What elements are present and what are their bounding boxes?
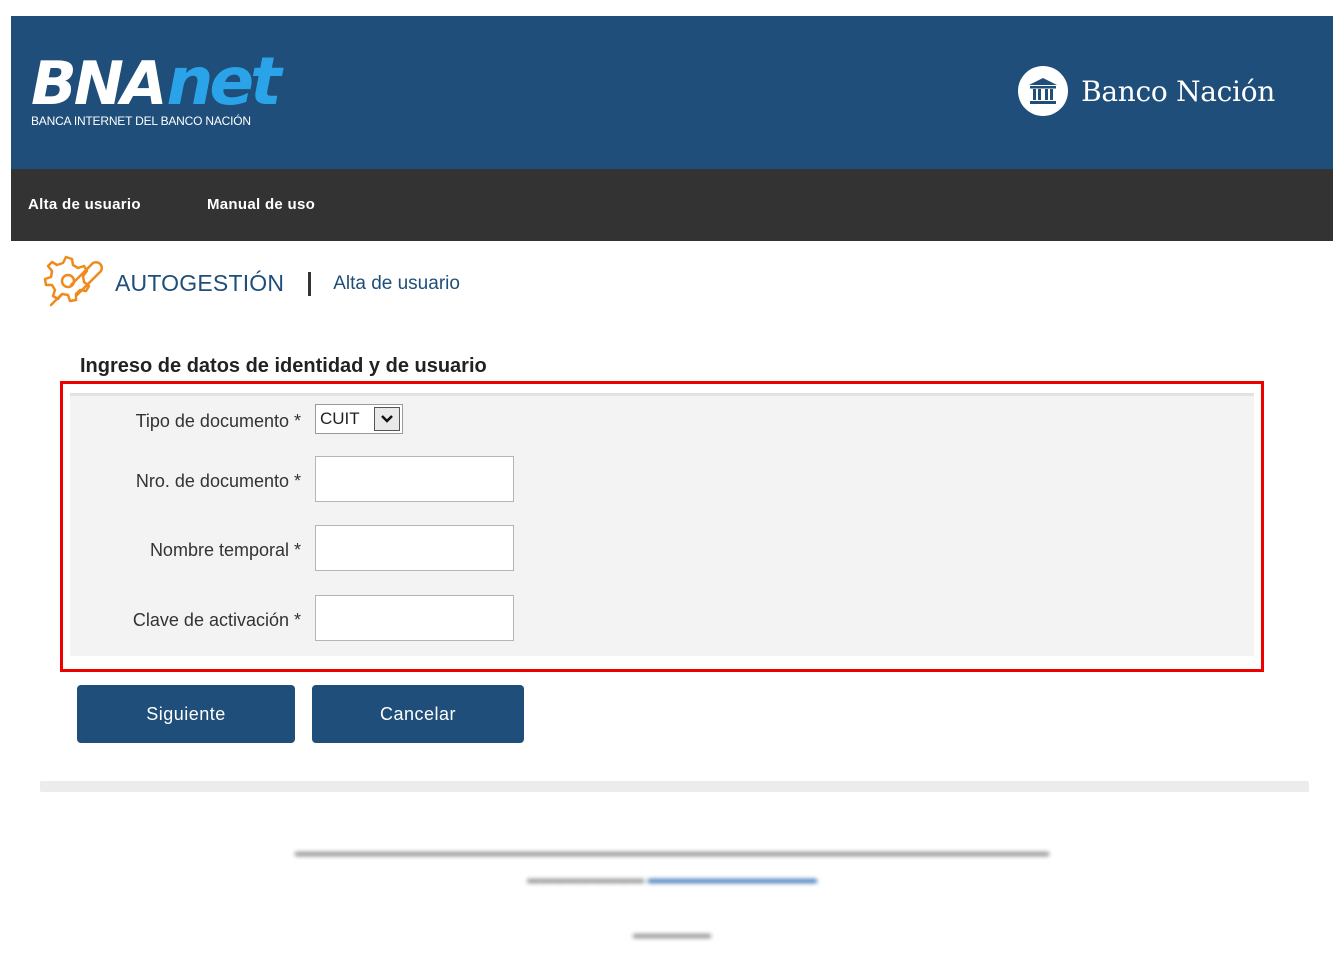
logo-wordmark: BNA net <box>31 43 282 120</box>
header: BNA net BANCA INTERNET DEL BANCO NACIÓN … <box>11 16 1333 169</box>
chevron-down-icon[interactable] <box>374 407 400 431</box>
form-title: Ingreso de datos de identidad y de usuar… <box>80 355 487 377</box>
nombre-temporal-label: Nombre temporal * <box>149 540 301 560</box>
nro-documento-label: Nro. de documento * <box>135 471 301 491</box>
page-frame: BNA net BANCA INTERNET DEL BANCO NACIÓN … <box>11 16 1333 959</box>
footer-line-2: ▬▬▬▬▬▬▬▬▬ ▬▬▬▬▬▬▬▬▬▬▬▬▬ <box>527 871 817 886</box>
highlight-box: Tipo de documento * CUIT Nro. de documen… <box>60 381 1264 672</box>
bank-building-icon <box>1018 66 1069 116</box>
section-title: AUTOGESTIÓN <box>115 270 285 296</box>
footer-line-3: ▬▬▬▬▬▬ <box>633 926 711 941</box>
cancelar-button[interactable]: Cancelar <box>312 685 524 743</box>
identity-form: Tipo de documento * CUIT Nro. de documen… <box>70 393 1254 656</box>
clave-activacion-label: Clave de activación * <box>132 610 301 630</box>
nro-documento-input[interactable] <box>315 456 514 502</box>
section-header: AUTOGESTIÓN Alta de usuario <box>41 249 460 318</box>
section-subtitle: Alta de usuario <box>333 272 460 294</box>
select-value: CUIT <box>320 409 360 428</box>
banco-nacion-logo[interactable]: Banco Nación <box>1018 66 1275 116</box>
nombre-temporal-input[interactable] <box>315 525 514 571</box>
footer-divider <box>40 781 1309 792</box>
footer-link[interactable]: ▬▬▬▬▬▬▬▬▬▬▬▬▬ <box>648 871 817 886</box>
logo-bna-text: BNA <box>31 49 167 119</box>
top-nav: Alta de usuario Manual de uso <box>11 169 1333 241</box>
nav-item-manual-de-uso[interactable]: Manual de uso <box>207 196 315 213</box>
tipo-documento-label: Tipo de documento * <box>135 411 301 431</box>
blurred-footer: ▬▬▬▬▬▬▬▬▬▬▬▬▬▬▬▬▬▬▬▬▬▬▬▬▬▬▬▬▬▬▬▬▬▬▬▬▬▬▬▬… <box>11 844 1333 941</box>
gear-wrench-icon <box>41 249 105 318</box>
clave-activacion-input[interactable] <box>315 595 514 641</box>
siguiente-button[interactable]: Siguiente <box>77 685 295 743</box>
logo-subtitle: BANCA INTERNET DEL BANCO NACIÓN <box>31 114 251 128</box>
section-divider <box>308 271 312 296</box>
bnanet-logo[interactable]: BNA net BANCA INTERNET DEL BANCO NACIÓN <box>31 43 282 129</box>
logo-net-text: net <box>166 43 281 120</box>
tipo-documento-select[interactable]: CUIT <box>315 404 403 434</box>
bank-name: Banco Nación <box>1081 74 1275 108</box>
nav-item-alta-de-usuario[interactable]: Alta de usuario <box>28 196 141 213</box>
footer-line-1: ▬▬▬▬▬▬▬▬▬▬▬▬▬▬▬▬▬▬▬▬▬▬▬▬▬▬▬▬▬▬▬▬▬▬▬▬▬▬▬▬… <box>295 844 1049 859</box>
